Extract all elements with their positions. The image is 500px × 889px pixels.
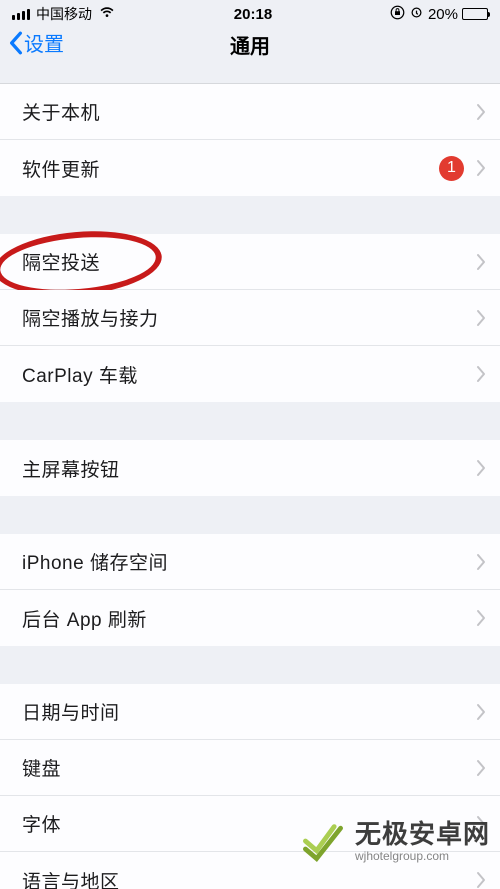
clock: 20:18 (116, 6, 390, 23)
carrier: 中国移动 (36, 4, 92, 24)
alarm-icon (409, 5, 424, 23)
battery-icon (462, 8, 488, 20)
navbar: 设置 通用 (0, 28, 500, 84)
row-label: 隔空播放与接力 (22, 304, 159, 331)
row-label: 键盘 (22, 754, 61, 781)
status-bar: 中国移动 20:18 20% (0, 0, 500, 28)
row-label: 字体 (22, 810, 61, 837)
row-datetime[interactable]: 日期与时间 (0, 684, 500, 740)
chevron-right-icon (476, 609, 486, 627)
row-airplay-handoff[interactable]: 隔空播放与接力 (0, 290, 500, 346)
row-background-refresh[interactable]: 后台 App 刷新 (0, 590, 500, 646)
row-storage[interactable]: iPhone 储存空间 (0, 534, 500, 590)
content[interactable]: 关于本机 软件更新 1 隔空投送 隔空播放与接力 CarPlay 车载 主屏幕按 (0, 84, 500, 889)
chevron-right-icon (476, 815, 486, 833)
row-airdrop[interactable]: 隔空投送 (0, 234, 500, 290)
lock-icon (390, 5, 405, 23)
row-language-region[interactable]: 语言与地区 (0, 852, 500, 889)
chevron-right-icon (476, 309, 486, 327)
page-title: 通用 (230, 30, 270, 59)
row-home-button[interactable]: 主屏幕按钮 (0, 440, 500, 496)
row-label: 后台 App 刷新 (22, 605, 147, 632)
group-about: 关于本机 软件更新 1 (0, 84, 500, 196)
group-datetime: 日期与时间 键盘 字体 语言与地区 (0, 684, 500, 889)
row-carplay[interactable]: CarPlay 车载 (0, 346, 500, 402)
row-label: 主屏幕按钮 (22, 455, 120, 482)
back-button[interactable]: 设置 (8, 28, 64, 57)
chevron-right-icon (476, 703, 486, 721)
chevron-right-icon (476, 871, 486, 889)
group-homebutton: 主屏幕按钮 (0, 440, 500, 496)
back-label: 设置 (24, 28, 64, 57)
row-about[interactable]: 关于本机 (0, 84, 500, 140)
row-label: 语言与地区 (22, 867, 120, 889)
chevron-right-icon (476, 159, 486, 177)
chevron-right-icon (476, 553, 486, 571)
chevron-right-icon (476, 759, 486, 777)
row-label: 软件更新 (22, 155, 100, 182)
chevron-right-icon (476, 253, 486, 271)
update-badge: 1 (439, 156, 464, 181)
status-right: 20% (390, 5, 488, 23)
row-software-update[interactable]: 软件更新 1 (0, 140, 500, 196)
row-keyboard[interactable]: 键盘 (0, 740, 500, 796)
group-storage: iPhone 储存空间 后台 App 刷新 (0, 534, 500, 646)
row-label: 日期与时间 (22, 698, 120, 725)
group-airdrop: 隔空投送 隔空播放与接力 CarPlay 车载 (0, 234, 500, 402)
signal-icon (12, 9, 30, 20)
chevron-right-icon (476, 459, 486, 477)
wifi-icon (98, 3, 116, 26)
chevron-right-icon (476, 365, 486, 383)
row-label: CarPlay 车载 (22, 361, 138, 388)
row-label: 隔空投送 (22, 248, 100, 275)
row-label: 关于本机 (22, 98, 100, 125)
chevron-right-icon (476, 103, 486, 121)
row-label: iPhone 储存空间 (22, 548, 168, 575)
row-fonts[interactable]: 字体 (0, 796, 500, 852)
battery-pct: 20% (428, 6, 458, 23)
